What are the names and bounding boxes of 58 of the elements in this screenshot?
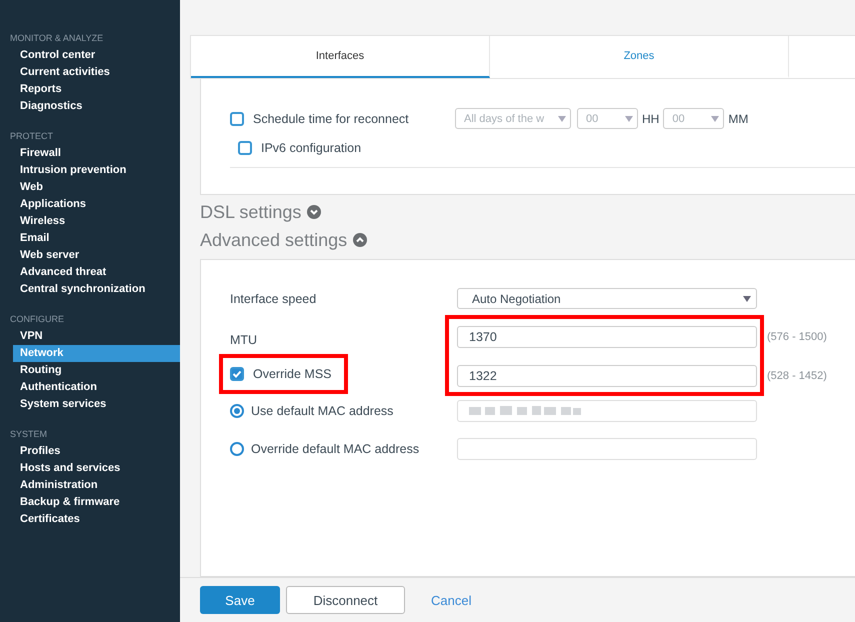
disconnect-button[interactable]: Disconnect [286, 586, 405, 614]
caret-icon [558, 116, 566, 122]
sidebar-item[interactable]: Administration [13, 477, 180, 494]
tab[interactable]: Zones [490, 36, 789, 78]
section-heading[interactable]: Advanced settings [200, 230, 348, 250]
range-hint: (576 - 1500) [767, 330, 828, 345]
checkbox-label: IPv6 configuration [261, 141, 362, 155]
checkbox[interactable] [238, 141, 252, 155]
sidebar-item[interactable]: System services [13, 396, 180, 413]
sidebar-item[interactable]: Control center [13, 47, 180, 64]
dropdown[interactable]: Auto Negotiation [457, 288, 757, 309]
field-label: MTU [230, 332, 258, 348]
sidebar-item[interactable]: Web [13, 179, 180, 196]
sidebar-item[interactable]: Email [13, 230, 180, 247]
radio-label: Override default MAC address [251, 442, 420, 456]
checkbox[interactable] [230, 112, 244, 126]
input-field[interactable]: 1370 [457, 326, 757, 348]
radio-label: Use default MAC address [251, 404, 394, 418]
radio-button[interactable] [230, 442, 244, 456]
radio-button[interactable] [230, 404, 244, 418]
checkbox-label: Override MSS [253, 366, 332, 380]
sidebar-item[interactable]: Wireless [13, 213, 180, 230]
sidebar-item[interactable]: Hosts and services [13, 460, 180, 477]
section-title: SYSTEM [9, 428, 48, 441]
section-title: MONITOR & ANALYZE [9, 32, 104, 45]
checkbox[interactable] [230, 366, 244, 380]
caret-icon [743, 296, 751, 302]
sidebar-item[interactable]: Backup & firmware [13, 494, 180, 511]
input-field[interactable] [457, 438, 757, 460]
sidebar-item[interactable]: Profiles [13, 443, 180, 460]
sidebar-item[interactable]: Routing [13, 362, 180, 379]
caret-icon [625, 116, 633, 122]
field-label: Interface speed [230, 292, 318, 306]
input-field[interactable] [457, 400, 757, 422]
sidebar-item[interactable]: Diagnostics [13, 98, 180, 115]
sidebar-item[interactable]: VPN [13, 328, 180, 345]
input-field[interactable]: 1322 [457, 365, 757, 387]
sidebar-item[interactable]: Web server [13, 247, 180, 264]
chevron-circle-icon[interactable] [307, 205, 322, 219]
sidebar-item[interactable]: Intrusion prevention [13, 162, 180, 179]
section-title: CONFIGURE [9, 313, 65, 326]
range-hint: (528 - 1452) [767, 369, 828, 384]
save-button[interactable]: Save [200, 586, 280, 614]
section-title: PROTECT [9, 130, 54, 143]
sidebar-item[interactable]: Applications [13, 196, 180, 213]
sidebar-item[interactable]: Authentication [13, 379, 180, 396]
checkbox-label: Schedule time for reconnect [253, 112, 410, 126]
sidebar-item[interactable]: Central synchronization [13, 281, 180, 298]
sidebar-item[interactable]: Certificates [13, 511, 180, 528]
sidebar-item[interactable]: Firewall [13, 145, 180, 162]
unit-label: MM [728, 112, 748, 126]
unit-label: HH [642, 112, 660, 126]
sidebar-item[interactable]: Current activities [13, 64, 180, 81]
caret-icon [711, 116, 720, 122]
sidebar-item[interactable]: Reports [13, 81, 180, 98]
section-heading[interactable]: DSL settings [200, 202, 302, 222]
sidebar-item[interactable]: Advanced threat [13, 264, 180, 281]
chevron-circle-icon[interactable] [353, 233, 368, 247]
